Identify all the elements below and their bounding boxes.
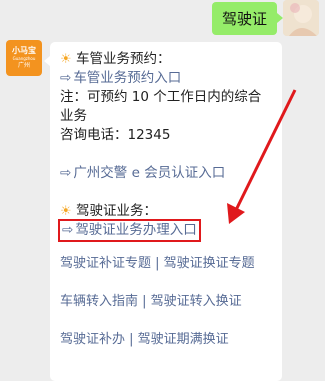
footer-links-row: 驾驶证补办 | 驾驶证期满换证 xyxy=(60,332,229,347)
note-line-2: 业务 xyxy=(60,108,87,124)
footer-link[interactable]: 驾驶证补证专题 xyxy=(60,256,151,271)
user-message-bubble: 驾驶证 xyxy=(211,2,284,35)
member-auth-link[interactable]: ⇨ 广州交警 e 会员认证入口 xyxy=(60,164,272,183)
phone-line: 咨询电话：12345 xyxy=(60,127,171,143)
arrow-right-icon: ⇨ xyxy=(60,165,72,181)
vehicle-appointment-link[interactable]: ⇨ 车管业务预约入口 xyxy=(60,69,272,88)
footer-links-row: 车辆转入指南 | 驾驶证转入换证 xyxy=(60,294,242,309)
bot-avatar-name: 小马宝 xyxy=(12,46,36,55)
vehicle-appointment-link-text: 车管业务预约入口 xyxy=(73,70,182,86)
footer-link[interactable]: 驾驶证期满换证 xyxy=(138,332,229,347)
footer-link[interactable]: 驾驶证换证专题 xyxy=(164,256,255,271)
arrow-right-icon: ⇨ xyxy=(62,222,74,238)
license-service-link-row: ⇨ 驾驶证业务办理入口 xyxy=(58,219,272,242)
license-service-link-text: 驾驶证业务办理入口 xyxy=(75,222,197,238)
footer-links-row: 驾驶证补证专题 | 驾驶证换证专题 xyxy=(60,256,255,271)
bot-message-bubble: ☀ 车管业务预约： ⇨ 车管业务预约入口 注：可预约 10 个工作日内的综合 业务… xyxy=(44,42,282,381)
member-auth-link-text: 广州交警 e 会员认证入口 xyxy=(73,165,226,181)
license-service-link[interactable]: ⇨ 驾驶证业务办理入口 xyxy=(58,219,201,242)
note-line-1: 注：可预约 10 个工作日内的综合 xyxy=(60,89,262,105)
footer-link[interactable]: 车辆转入指南 xyxy=(60,294,138,309)
bot-avatar-city: 广州 xyxy=(17,62,30,69)
footer-link[interactable]: 驾驶证转入换证 xyxy=(151,294,242,309)
bot-avatar[interactable]: 小马宝 Guangzhou 广州 xyxy=(6,40,42,76)
license-section-title: ☀ 驾驶证业务： xyxy=(60,202,272,221)
license-title-text: 驾驶证业务： xyxy=(75,203,157,219)
vehicle-section-title: ☀ 车管业务预约： xyxy=(60,50,272,69)
sun-icon: ☀ xyxy=(60,204,72,219)
footer-link[interactable]: 驾驶证补办 xyxy=(60,332,125,347)
user-avatar[interactable] xyxy=(283,0,319,36)
sun-icon: ☀ xyxy=(60,52,72,67)
arrow-right-icon: ⇨ xyxy=(60,70,72,86)
vehicle-title-text: 车管业务预约： xyxy=(75,51,171,67)
